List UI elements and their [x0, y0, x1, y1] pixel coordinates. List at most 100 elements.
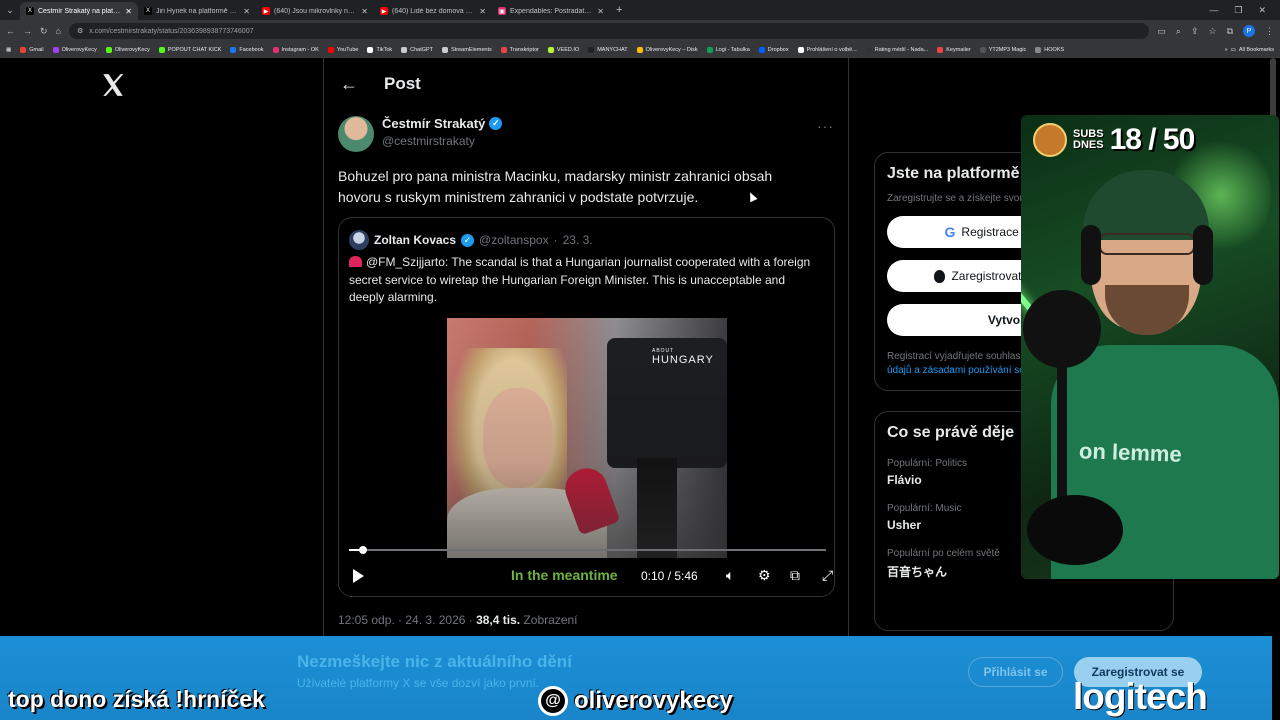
minimize-icon[interactable]: —: [1209, 5, 1218, 16]
post-timestamp[interactable]: 12:05 odp. · 24. 3. 2026 ·: [338, 613, 476, 627]
stream-promo-text: top dono získá !hrníček: [8, 686, 265, 712]
tab-strip: XČestmír Strakatý na platformě X✕XJiri H…: [20, 0, 610, 20]
site-info-icon[interactable]: ⚙: [77, 27, 83, 35]
bookmark-label: YouTube: [336, 46, 359, 53]
login-button[interactable]: Přihlásit se: [968, 657, 1063, 687]
tab-favicon-icon: X: [26, 7, 34, 15]
bookmark-star-icon[interactable]: ☆: [1208, 26, 1216, 37]
bookmark-item[interactable]: Dropbox: [758, 46, 789, 53]
quoted-post[interactable]: Zoltan Kovacs ✓ @zoltanspox · 23. 3. @FM…: [338, 217, 835, 597]
bookmark-item[interactable]: Transkriptor: [500, 46, 539, 53]
browser-toolbar: ▭ ⌕ ⇪ ☆ ⧉ P ⋮: [1157, 25, 1274, 37]
zoom-icon[interactable]: ⌕: [1176, 26, 1181, 37]
new-tab-button[interactable]: +: [610, 4, 628, 16]
share-icon[interactable]: ⇪: [1191, 26, 1199, 37]
home-icon[interactable]: ⌂: [56, 26, 61, 36]
bookmark-favicon-icon: [367, 46, 374, 53]
browser-tab[interactable]: ▣ Expendables: Postradatelní (20✕: [492, 2, 610, 20]
bookmark-item[interactable]: Gmail: [20, 46, 44, 53]
apple-icon: [934, 269, 946, 283]
post-column: ← Post Čestmír Strakatý ✓ @cestmirstraka…: [323, 58, 849, 720]
tab-close-icon[interactable]: ✕: [597, 7, 604, 16]
bookmark-item[interactable]: Facebook: [230, 46, 264, 53]
quote-avatar[interactable]: [349, 230, 369, 250]
picture-in-picture-icon[interactable]: ⧉: [790, 567, 800, 584]
reload-icon[interactable]: ↻: [40, 26, 48, 37]
all-bookmarks-button[interactable]: » ▭ All Bookmarks: [1225, 47, 1274, 53]
bookmark-item[interactable]: OliverovyKecy: [105, 46, 150, 53]
bookmark-label: Instagram - OK: [281, 46, 319, 53]
tab-close-icon[interactable]: ✕: [361, 7, 368, 16]
subs-counter: SUBS DNES 18 / 50: [1033, 123, 1195, 157]
bookmark-item[interactable]: MANYCHAT: [588, 46, 628, 53]
cast-icon[interactable]: ▭: [1157, 26, 1166, 37]
bookmark-item[interactable]: Prohlášení o volbě...: [797, 46, 857, 53]
sponsor-logo: logitech: [1073, 676, 1208, 717]
author-handle[interactable]: @cestmirstrakaty: [382, 134, 502, 148]
apps-icon[interactable]: ▦: [6, 47, 11, 53]
bookmark-item[interactable]: YT2MP3 Magic: [979, 46, 1026, 53]
restore-icon[interactable]: ❐: [1234, 5, 1242, 16]
banner-subtitle: Uživatelé platformy X se vše dozví jako …: [297, 676, 540, 690]
x-logo-icon[interactable]: [100, 72, 126, 98]
webcam-streamer-glasses: [1099, 233, 1195, 255]
profile-avatar[interactable]: P: [1243, 25, 1255, 37]
bookmark-item[interactable]: Keymailer: [937, 46, 971, 53]
author-name-row[interactable]: Čestmír Strakatý ✓: [382, 116, 503, 131]
video-frame[interactable]: ABOUT HUNGARY: [447, 318, 727, 558]
bookmark-item[interactable]: Instagram - OK: [272, 46, 319, 53]
quote-date[interactable]: 23. 3.: [563, 233, 593, 247]
browser-tab[interactable]: X Čestmír Strakatý na platformě X✕: [20, 2, 138, 20]
settings-gear-icon[interactable]: ⚙: [758, 567, 771, 584]
tab-close-icon[interactable]: ✕: [125, 7, 132, 16]
extensions-icon[interactable]: ⧉: [1227, 26, 1233, 37]
volume-icon[interactable]: 🔈︎: [726, 567, 734, 584]
url-input[interactable]: ⚙ x.com/cestmirstrakaty/status/203639893…: [68, 23, 1150, 39]
bookmark-label: Rating médií - Nada...: [874, 46, 929, 53]
video-player[interactable]: ABOUT HUNGARY In the meantime 0:10 / 5:4…: [339, 318, 834, 596]
close-window-icon[interactable]: ✕: [1258, 5, 1266, 16]
bookmark-label: Keymailer: [946, 46, 971, 53]
video-progress-knob[interactable]: [359, 546, 368, 554]
browser-tab[interactable]: ▶ (640) Lidé bez domova v rámci ✕: [374, 2, 492, 20]
bookmark-item[interactable]: VEED.IO: [547, 46, 579, 53]
bookmark-favicon-icon: [272, 46, 279, 53]
quote-author-name[interactable]: Zoltan Kovacs: [374, 233, 456, 247]
bookmark-item[interactable]: Logi - Tabulka: [706, 46, 750, 53]
tab-search-icon[interactable]: ⌄: [0, 0, 20, 20]
bookmark-item[interactable]: StreamElements: [442, 46, 492, 53]
bookmarks-bar: ▦ Gmail OliverovyKecy OliverovyKecy POPOUT …: [0, 42, 1280, 58]
banner-title: Nezmeškejte nic z aktuálního dění: [297, 652, 572, 671]
forward-icon[interactable]: →: [23, 26, 32, 36]
bookmark-item[interactable]: POPOUT CHAT KICK: [158, 46, 221, 53]
author-name[interactable]: Čestmír Strakatý: [382, 116, 485, 131]
play-icon[interactable]: [353, 569, 364, 583]
bookmark-item[interactable]: ChatGPT: [401, 46, 433, 53]
tab-title: Čestmír Strakatý na platformě X: [38, 7, 122, 15]
bookmark-item[interactable]: YouTube: [327, 46, 359, 53]
quote-author-handle[interactable]: @zoltanspox: [479, 233, 549, 247]
bookmark-item[interactable]: TikTok: [367, 46, 392, 53]
bookmark-item[interactable]: Rating médií - Nada...: [865, 46, 929, 53]
views-label: Zobrazení: [520, 613, 578, 627]
bookmark-favicon-icon: [327, 46, 334, 53]
author-avatar[interactable]: [338, 116, 374, 152]
bookmark-favicon-icon: [442, 46, 449, 53]
bookmark-favicon-icon: [1035, 46, 1042, 53]
tab-close-icon[interactable]: ✕: [479, 7, 486, 16]
browser-tab[interactable]: ▶ (640) Jsou mikrovlnky nebezp ✕: [256, 2, 374, 20]
fullscreen-icon[interactable]: ⤢: [822, 567, 833, 584]
video-progress-bar[interactable]: [349, 546, 826, 554]
browser-tab[interactable]: X Jiri Hynek na platformě X: „Ma ✕: [138, 2, 256, 20]
back-icon[interactable]: ←: [6, 26, 15, 36]
browser-menu-icon[interactable]: ⋮: [1265, 26, 1274, 37]
bookmark-item[interactable]: HOOKS: [1035, 46, 1064, 53]
bookmark-item[interactable]: OliverovyKecy: [52, 46, 97, 53]
back-arrow-icon[interactable]: ←: [340, 74, 358, 95]
quote-verified-badge-icon: ✓: [461, 233, 475, 247]
tab-close-icon[interactable]: ✕: [243, 7, 250, 16]
tab-title: Expendables: Postradatelní (20: [510, 7, 594, 15]
bookmark-item[interactable]: OliverovyKecy – Disk: [636, 46, 698, 53]
more-options-icon[interactable]: ···: [817, 118, 834, 134]
headphone-left: [1081, 225, 1101, 285]
